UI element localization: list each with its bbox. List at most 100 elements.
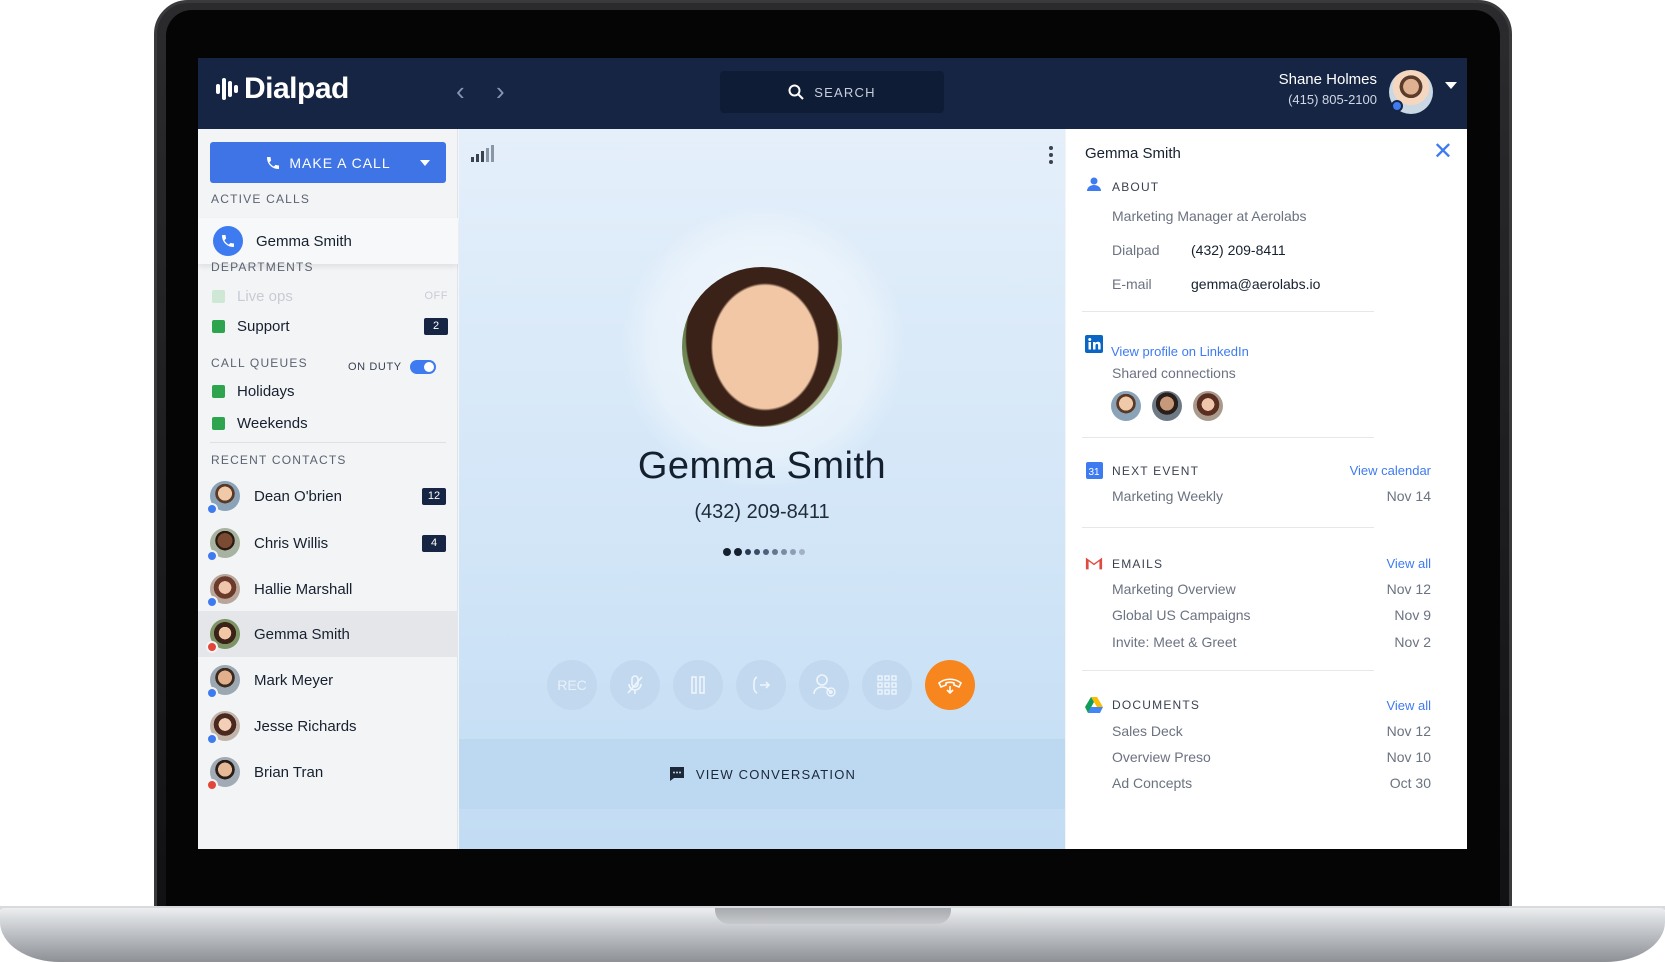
contact-name: Jesse Richards xyxy=(254,717,357,735)
hold-button[interactable] xyxy=(673,660,723,710)
mute-button[interactable] xyxy=(610,660,660,710)
dialpad-logo[interactable]: Dialpad xyxy=(216,72,349,106)
dialpad-number[interactable]: (432) 209-8411 xyxy=(1191,242,1286,258)
contact-item-gemma-smith[interactable]: Gemma Smith xyxy=(198,611,458,657)
next-event-title: NEXT EVENT xyxy=(1112,464,1200,478)
shared-connections-label: Shared connections xyxy=(1112,365,1236,381)
shared-connection-avatar[interactable] xyxy=(1193,391,1223,421)
about-title: ABOUT xyxy=(1112,180,1160,194)
emails-view-all-link[interactable]: View all xyxy=(1386,556,1431,571)
event-date: Nov 14 xyxy=(1386,488,1431,504)
transfer-button[interactable] xyxy=(736,660,786,710)
email-subject[interactable]: Marketing Overview xyxy=(1112,581,1236,597)
logo-mark-icon xyxy=(216,74,238,104)
contact-item-hallie-marshall[interactable]: Hallie Marshall xyxy=(198,566,458,612)
avatar xyxy=(206,711,240,745)
department-color-square xyxy=(212,289,225,303)
make-call-caret-icon[interactable] xyxy=(420,160,430,166)
linkedin-profile-link[interactable]: View profile on LinkedIn xyxy=(1111,344,1249,359)
recent-contacts-title: RECENT CONTACTS xyxy=(211,453,347,467)
pause-icon xyxy=(691,676,705,694)
contact-name: Gemma Smith xyxy=(254,625,350,643)
contact-details-panel: Gemma Smith ✕ ABOUT Marketing Manager at… xyxy=(1066,129,1467,849)
contact-item-jesse-richards[interactable]: Jesse Richards xyxy=(198,703,458,749)
user-menu-caret-icon[interactable] xyxy=(1445,82,1457,89)
logo-text: Dialpad xyxy=(244,72,349,105)
documents-title: DOCUMENTS xyxy=(1112,698,1201,712)
status-dot xyxy=(206,779,218,791)
app-screen: Dialpad ‹ › SEARCH Shane Holmes (415) 80… xyxy=(198,58,1467,849)
caller-avatar xyxy=(682,267,842,427)
back-arrow-icon[interactable]: ‹ xyxy=(456,78,465,104)
event-name[interactable]: Marketing Weekly xyxy=(1112,488,1223,504)
rec-label: REC xyxy=(557,677,587,693)
department-color-square xyxy=(212,319,225,333)
contact-name: Dean O'brien xyxy=(254,487,342,505)
search-bar[interactable]: SEARCH xyxy=(720,71,944,113)
email-address[interactable]: gemma@aerolabs.io xyxy=(1191,276,1320,292)
department-item-live-ops[interactable]: Live ops OFF xyxy=(212,284,448,308)
document-name[interactable]: Overview Preso xyxy=(1112,749,1211,765)
keypad-button[interactable] xyxy=(862,660,912,710)
documents-view-all-link[interactable]: View all xyxy=(1386,698,1431,713)
call-queues-title: CALL QUEUES xyxy=(211,356,308,370)
caller-phone: (432) 209-8411 xyxy=(694,501,830,523)
contact-item-mark-meyer[interactable]: Mark Meyer xyxy=(198,657,458,703)
top-bar: Dialpad ‹ › SEARCH Shane Holmes (415) 80… xyxy=(198,58,1467,129)
status-dot xyxy=(206,733,218,745)
avatar xyxy=(206,619,240,653)
forward-arrow-icon[interactable]: › xyxy=(496,78,505,104)
view-calendar-link[interactable]: View calendar xyxy=(1350,463,1431,478)
active-call-item[interactable]: Gemma Smith xyxy=(198,218,458,264)
on-duty-toggle[interactable]: ON DUTY xyxy=(348,360,436,374)
email-subject[interactable]: Invite: Meet & Greet xyxy=(1112,634,1237,650)
person-icon xyxy=(1085,175,1103,193)
email-date: Nov 2 xyxy=(1394,634,1431,650)
close-icon[interactable]: ✕ xyxy=(1433,140,1453,164)
user-info[interactable]: Shane Holmes (415) 805-2100 xyxy=(1279,71,1377,107)
unread-count-badge: 12 xyxy=(422,487,446,505)
contact-item-dean-obrien[interactable]: Dean O'brien 12 xyxy=(198,473,458,519)
document-name[interactable]: Sales Deck xyxy=(1112,723,1183,739)
make-a-call-button[interactable]: MAKE A CALL xyxy=(210,142,446,183)
avatar xyxy=(206,757,240,791)
transfer-icon xyxy=(753,676,771,694)
unread-count-badge: 4 xyxy=(422,534,446,552)
status-dot xyxy=(206,641,218,653)
document-name[interactable]: Ad Concepts xyxy=(1112,775,1192,791)
shared-connection-avatar[interactable] xyxy=(1111,391,1141,421)
phone-icon xyxy=(267,156,280,169)
department-name: Support xyxy=(237,317,290,335)
document-date: Nov 12 xyxy=(1386,723,1431,739)
email-date: Nov 12 xyxy=(1386,581,1431,597)
record-button[interactable]: REC xyxy=(547,660,597,710)
contact-item-brian-tran[interactable]: Brian Tran xyxy=(198,749,458,795)
keypad-icon xyxy=(877,675,897,695)
sidebar-divider xyxy=(210,442,446,443)
shared-connection-avatar[interactable] xyxy=(1152,391,1182,421)
document-date: Nov 10 xyxy=(1386,749,1431,765)
google-drive-icon xyxy=(1085,696,1103,714)
email-subject[interactable]: Global US Campaigns xyxy=(1112,607,1251,623)
view-conversation-label: VIEW CONVERSATION xyxy=(695,766,857,782)
left-sidebar: MAKE A CALL ACTIVE CALLS Gemma Smith DEP… xyxy=(198,129,458,849)
search-icon xyxy=(788,84,805,100)
contact-name: Brian Tran xyxy=(254,763,324,781)
department-item-support[interactable]: Support 2 xyxy=(212,314,448,338)
department-count-badge: 2 xyxy=(424,317,448,335)
end-call-button[interactable] xyxy=(925,660,975,710)
contact-item-chris-willis[interactable]: Chris Willis 4 xyxy=(198,520,458,566)
contact-name: Hallie Marshall xyxy=(254,580,353,598)
add-participant-button[interactable] xyxy=(799,660,849,710)
queue-item-weekends[interactable]: Weekends xyxy=(212,411,448,435)
laptop-notch xyxy=(715,908,951,924)
view-conversation-button[interactable]: VIEW CONVERSATION xyxy=(459,739,1065,809)
queue-name: Holidays xyxy=(237,382,295,400)
status-dot xyxy=(206,550,218,562)
gmail-icon xyxy=(1085,554,1103,572)
more-vertical-icon[interactable] xyxy=(1049,146,1053,164)
queue-item-holidays[interactable]: Holidays xyxy=(212,379,448,403)
toggle-switch[interactable] xyxy=(409,360,436,374)
panel-contact-name: Gemma Smith xyxy=(1085,145,1181,162)
add-person-icon xyxy=(813,674,836,697)
